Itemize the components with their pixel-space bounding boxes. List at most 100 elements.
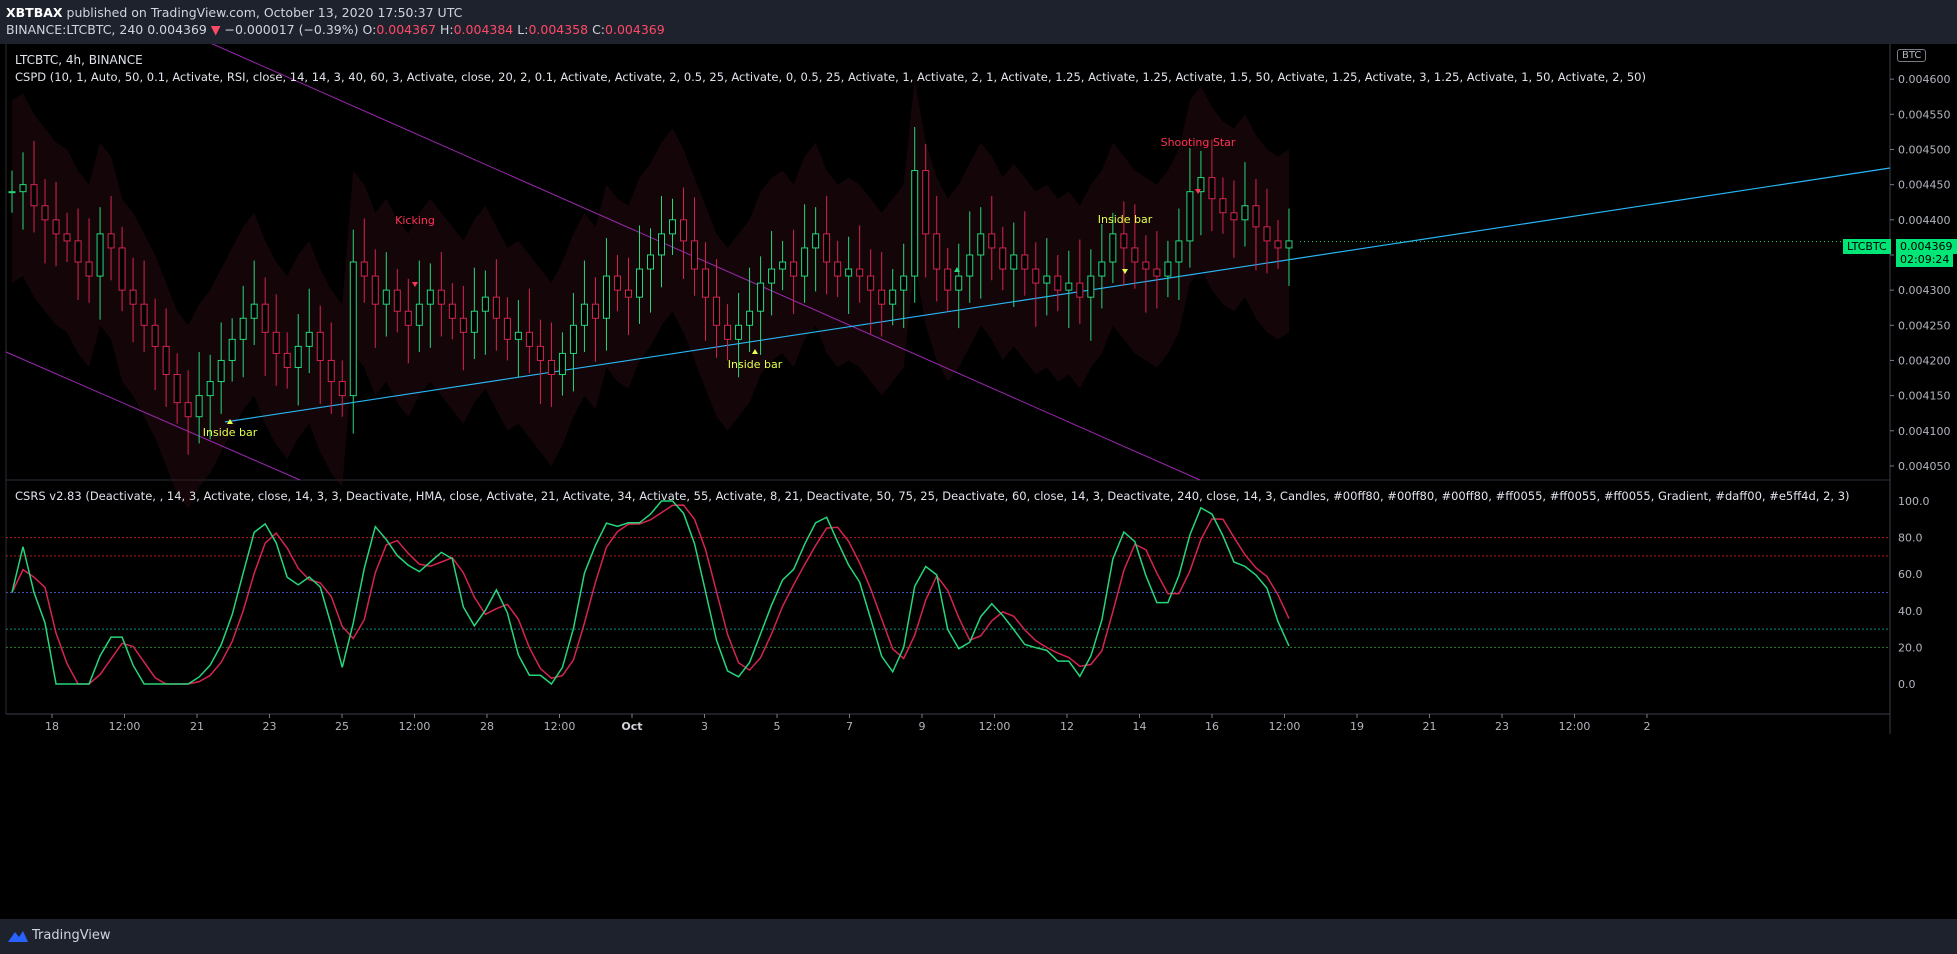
price-tick-label: 0.004300: [1898, 284, 1951, 297]
time-tick-label: 3: [701, 720, 708, 733]
kicking-annotation: Kicking: [395, 214, 435, 227]
candle-body: [52, 219, 60, 235]
candle-body: [658, 233, 666, 256]
candle-body: [1131, 247, 1139, 263]
high-value: 0.004384: [453, 22, 514, 37]
candle-body: [746, 310, 754, 326]
candle-body: [1241, 205, 1249, 221]
candle-body: [933, 233, 941, 270]
candle-body: [856, 268, 864, 277]
candle-body: [834, 261, 842, 277]
candle-body: [1054, 275, 1062, 291]
price-tick-label: 0.004250: [1898, 319, 1951, 332]
candle-body: [713, 296, 721, 326]
candle-body: [702, 268, 710, 298]
candle-body: [547, 359, 555, 376]
candle-body: [41, 205, 49, 221]
candle-body: [74, 240, 82, 263]
price-tick-label: 0.004450: [1898, 179, 1951, 192]
time-tick-label: 5: [774, 720, 781, 733]
time-tick-label: 12: [1060, 720, 1074, 733]
price-change: −0.000017 (−0.39%): [224, 22, 359, 37]
candle-body: [228, 338, 236, 361]
osc-tick-label: 40.0: [1898, 605, 1923, 618]
candle-body: [1252, 205, 1260, 228]
candle-body: [1109, 233, 1117, 263]
tradingview-logo-icon: [8, 931, 28, 942]
candle-body: [1010, 254, 1018, 270]
candle-body: [371, 275, 379, 305]
down-arrow-icon: ▼: [210, 22, 221, 37]
candle-body: [1021, 254, 1029, 270]
close-label: C:: [592, 22, 606, 37]
candle-body: [195, 395, 203, 418]
candle-body: [944, 268, 952, 291]
chart-canvas[interactable]: 0.004600 0.004550 0.004500 0.004450 0.004400…: [0, 44, 1957, 919]
candle-body: [757, 282, 765, 312]
ohlc-line: BINANCE:LTCBTC, 240 0.004369 ▼ −0.000017…: [6, 22, 665, 37]
price-tick-label: 0.004600: [1898, 73, 1951, 86]
candle-body: [470, 310, 478, 333]
candle-body: [459, 317, 467, 333]
symbol-line: BINANCE:LTCBTC, 240: [6, 22, 144, 37]
candle-body: [1219, 198, 1227, 214]
brand-name[interactable]: TradingView: [32, 928, 111, 943]
time-tick-label: 9: [919, 720, 926, 733]
cspd-indicator-legend[interactable]: CSPD (10, 1, Auto, 50, 0.1, Activate, RS…: [15, 70, 1646, 84]
candle-body: [1076, 282, 1084, 298]
candle-body: [118, 247, 126, 291]
osc-tick-label: 60.0: [1898, 568, 1923, 581]
candle-body: [63, 233, 71, 242]
publish-text: published on TradingView.com, October 13…: [62, 5, 463, 20]
candle-body: [206, 381, 214, 397]
publish-info: XBTBAX published on TradingView.com, Oct…: [6, 5, 462, 20]
candle-body: [426, 289, 434, 305]
candle-body: [922, 170, 930, 235]
publish-header: XBTBAX published on TradingView.com, Oct…: [0, 0, 1957, 44]
candle-body: [580, 303, 588, 326]
csrs-indicator-legend[interactable]: CSRS v2.83 (Deactivate, , 14, 3, Activat…: [15, 489, 1850, 503]
candle-body: [966, 254, 974, 277]
candle-body: [669, 219, 677, 235]
close-value: 0.004369: [605, 22, 665, 37]
time-tick-label: 21: [190, 720, 204, 733]
candle-body: [8, 191, 16, 194]
candle-body: [316, 331, 324, 361]
time-tick-label: 7: [846, 720, 853, 733]
candle-body: [779, 261, 787, 270]
candle-body: [801, 247, 809, 277]
candle-body: [349, 261, 357, 397]
main-pane-title: LTCBTC, 4h, BINANCE: [15, 53, 143, 67]
candle-body: [646, 254, 654, 270]
chart-area[interactable]: 0.004600 0.004550 0.004500 0.004450 0.004400…: [0, 44, 1957, 919]
candle-body: [1043, 275, 1051, 284]
candle-body: [988, 233, 996, 249]
time-tick-label: 12:00: [544, 720, 576, 733]
author-name[interactable]: XBTBAX: [6, 5, 63, 20]
candle-body: [338, 381, 346, 397]
candle-body: [19, 184, 27, 193]
time-tick-label: 28: [480, 720, 494, 733]
candle-body: [437, 289, 445, 305]
time-tick-label: 18: [45, 720, 59, 733]
price-tick-label: 0.004200: [1898, 354, 1951, 367]
time-tick-label: 12:00: [399, 720, 431, 733]
candle-body: [889, 289, 897, 305]
candle-body: [613, 275, 621, 291]
osc-tick-label: 80.0: [1898, 532, 1923, 545]
countdown-badge: 02:09:24: [1896, 252, 1954, 267]
candle-body: [878, 289, 886, 305]
candle-body: [900, 275, 908, 291]
candle-body: [239, 317, 247, 340]
candle-body: [272, 331, 280, 354]
candle-body: [1098, 261, 1106, 277]
price-tick-label: 0.004400: [1898, 214, 1951, 227]
candle-body: [1285, 240, 1293, 249]
time-tick-label: 12:00: [979, 720, 1011, 733]
candle-body: [448, 303, 456, 319]
price-tick-label: 0.004050: [1898, 460, 1951, 473]
candle-body: [823, 233, 831, 263]
candle-body: [415, 303, 423, 326]
candle-body: [481, 296, 489, 312]
low-label: L:: [517, 22, 529, 37]
